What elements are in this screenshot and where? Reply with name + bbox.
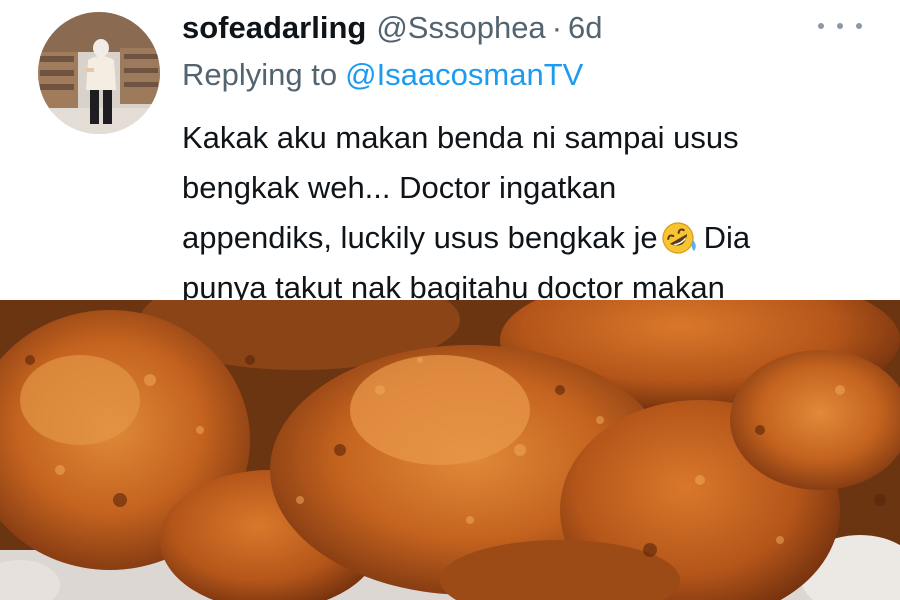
replying-prefix: Replying to (182, 57, 338, 92)
rolling-on-floor-laughing-emoji (660, 219, 700, 269)
more-dot (837, 23, 843, 29)
tweet-text-line: appendiks, luckily usus bengkak je Dia (182, 213, 872, 263)
timestamp[interactable]: 6d (568, 8, 602, 48)
tweet-text-line: bengkak weh... Doctor ingatkan (182, 170, 617, 205)
avatar[interactable] (38, 12, 160, 134)
tweet-text-segment: appendiks, luckily usus bengkak je (182, 220, 658, 255)
tweet-text-line: Kakak aku makan benda ni sampai usus (182, 120, 739, 155)
tweet[interactable]: sofeadarling @Sssophea · 6d Replying to @… (0, 0, 900, 305)
tweet-text-segment: Dia (703, 220, 751, 255)
replying-to: Replying to @IsaacosmanTV (182, 55, 583, 95)
more-dot (856, 23, 862, 29)
fried-chicken-photo[interactable] (0, 300, 900, 600)
tweet-text: Kakak aku makan benda ni sampai usus ben… (182, 113, 872, 313)
avatar-photo (38, 12, 160, 134)
separator-dot: · (551, 10, 563, 45)
user-handle[interactable]: @Sssophea (376, 8, 545, 48)
fried-chicken-image (0, 300, 900, 600)
replying-to-link[interactable]: @IsaacosmanTV (345, 57, 583, 92)
display-name[interactable]: sofeadarling (182, 8, 366, 48)
more-dot (818, 23, 824, 29)
more-options-icon[interactable] (818, 16, 862, 36)
tweet-header: sofeadarling @Sssophea · 6d (182, 8, 603, 48)
